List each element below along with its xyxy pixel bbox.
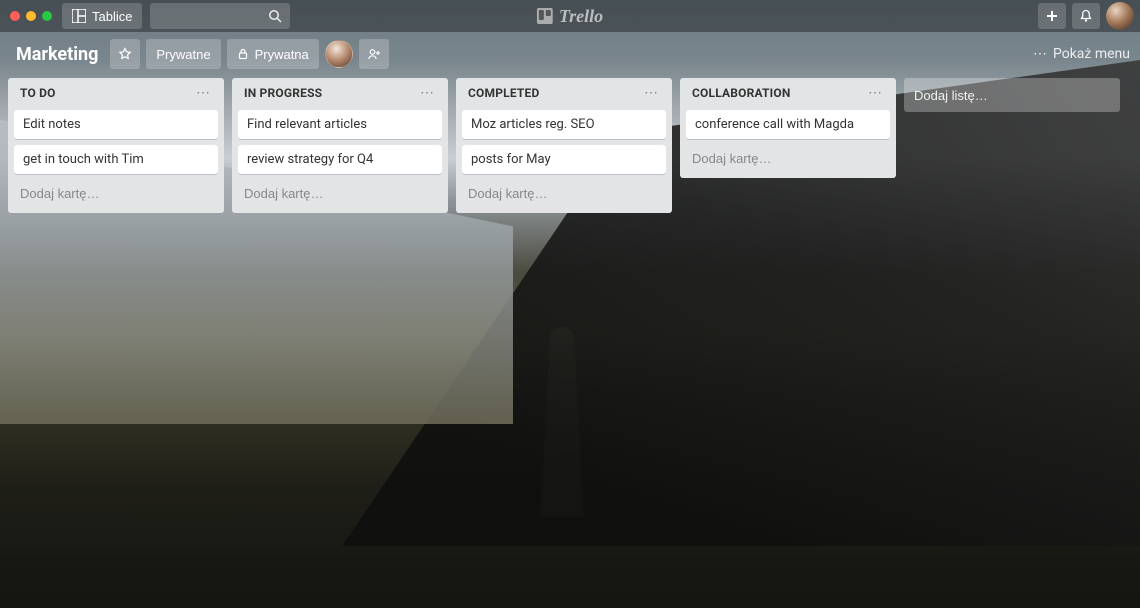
board-lists: TO DO ⋯ Edit notes get in touch with Tim… bbox=[0, 78, 1140, 213]
list-menu-button[interactable]: ⋯ bbox=[194, 86, 212, 100]
list-header: COLLABORATION ⋯ bbox=[686, 84, 890, 104]
lock-icon bbox=[237, 48, 249, 60]
card[interactable]: Find relevant articles bbox=[238, 110, 442, 139]
card[interactable]: review strategy for Q4 bbox=[238, 145, 442, 174]
list-header: IN PROGRESS ⋯ bbox=[238, 84, 442, 104]
window-close-icon[interactable] bbox=[10, 11, 20, 21]
add-card-button[interactable]: Dodaj kartę… bbox=[238, 180, 442, 207]
add-member-button[interactable] bbox=[359, 39, 389, 69]
create-button[interactable] bbox=[1038, 3, 1066, 29]
list-title[interactable]: IN PROGRESS bbox=[244, 86, 322, 100]
list-menu-button[interactable]: ⋯ bbox=[642, 86, 660, 100]
topbar-right bbox=[1038, 2, 1134, 30]
bell-icon bbox=[1079, 9, 1093, 23]
star-icon bbox=[118, 47, 132, 61]
search-input[interactable] bbox=[150, 3, 290, 29]
ellipsis-icon: ⋯ bbox=[1033, 46, 1049, 62]
board-name[interactable]: Marketing bbox=[10, 40, 104, 69]
app-logo-text: Trello bbox=[559, 6, 603, 27]
list-title[interactable]: COLLABORATION bbox=[692, 86, 791, 100]
boards-button[interactable]: Tablice bbox=[62, 3, 142, 29]
card[interactable]: posts for May bbox=[462, 145, 666, 174]
search-wrap bbox=[142, 3, 290, 29]
window-traffic-lights bbox=[10, 11, 52, 21]
show-menu-label: Pokaż menu bbox=[1053, 46, 1130, 62]
card[interactable]: get in touch with Tim bbox=[14, 145, 218, 174]
notifications-button[interactable] bbox=[1072, 3, 1100, 29]
add-list-button[interactable]: Dodaj listę… bbox=[904, 78, 1120, 112]
plus-icon bbox=[1045, 9, 1059, 23]
card[interactable]: Edit notes bbox=[14, 110, 218, 139]
add-member-icon bbox=[367, 47, 381, 61]
show-menu-button[interactable]: ⋯ Pokaż menu bbox=[1033, 46, 1130, 62]
add-card-button[interactable]: Dodaj kartę… bbox=[14, 180, 218, 207]
add-card-button[interactable]: Dodaj kartę… bbox=[686, 145, 890, 172]
list-header: COMPLETED ⋯ bbox=[462, 84, 666, 104]
list-title[interactable]: TO DO bbox=[20, 86, 56, 100]
card[interactable]: Moz articles reg. SEO bbox=[462, 110, 666, 139]
list-in-progress: IN PROGRESS ⋯ Find relevant articles rev… bbox=[232, 78, 448, 213]
list-menu-button[interactable]: ⋯ bbox=[418, 86, 436, 100]
visibility-private-chip[interactable]: Prywatne bbox=[146, 39, 220, 69]
star-board-button[interactable] bbox=[110, 39, 140, 69]
boards-button-label: Tablice bbox=[92, 9, 132, 24]
card[interactable]: conference call with Magda bbox=[686, 110, 890, 139]
list-todo: TO DO ⋯ Edit notes get in touch with Tim… bbox=[8, 78, 224, 213]
app-topbar: Tablice Trello bbox=[0, 0, 1140, 32]
team-private-chip[interactable]: Prywatna bbox=[227, 39, 319, 69]
app-logo[interactable]: Trello bbox=[537, 6, 603, 27]
board-member-avatar[interactable] bbox=[325, 40, 353, 68]
trello-logo-icon bbox=[537, 8, 553, 24]
board-header: Marketing Prywatne Prywatna ⋯ Pokaż menu bbox=[0, 32, 1140, 76]
list-collaboration: COLLABORATION ⋯ conference call with Mag… bbox=[680, 78, 896, 178]
list-title[interactable]: COMPLETED bbox=[468, 86, 540, 100]
list-menu-button[interactable]: ⋯ bbox=[866, 86, 884, 100]
add-card-button[interactable]: Dodaj kartę… bbox=[462, 180, 666, 207]
user-avatar[interactable] bbox=[1106, 2, 1134, 30]
window-minimize-icon[interactable] bbox=[26, 11, 36, 21]
list-completed: COMPLETED ⋯ Moz articles reg. SEO posts … bbox=[456, 78, 672, 213]
window-zoom-icon[interactable] bbox=[42, 11, 52, 21]
team-private-label: Prywatna bbox=[255, 47, 309, 62]
visibility-private-label: Prywatne bbox=[156, 47, 210, 62]
list-header: TO DO ⋯ bbox=[14, 84, 218, 104]
boards-icon bbox=[72, 9, 86, 23]
